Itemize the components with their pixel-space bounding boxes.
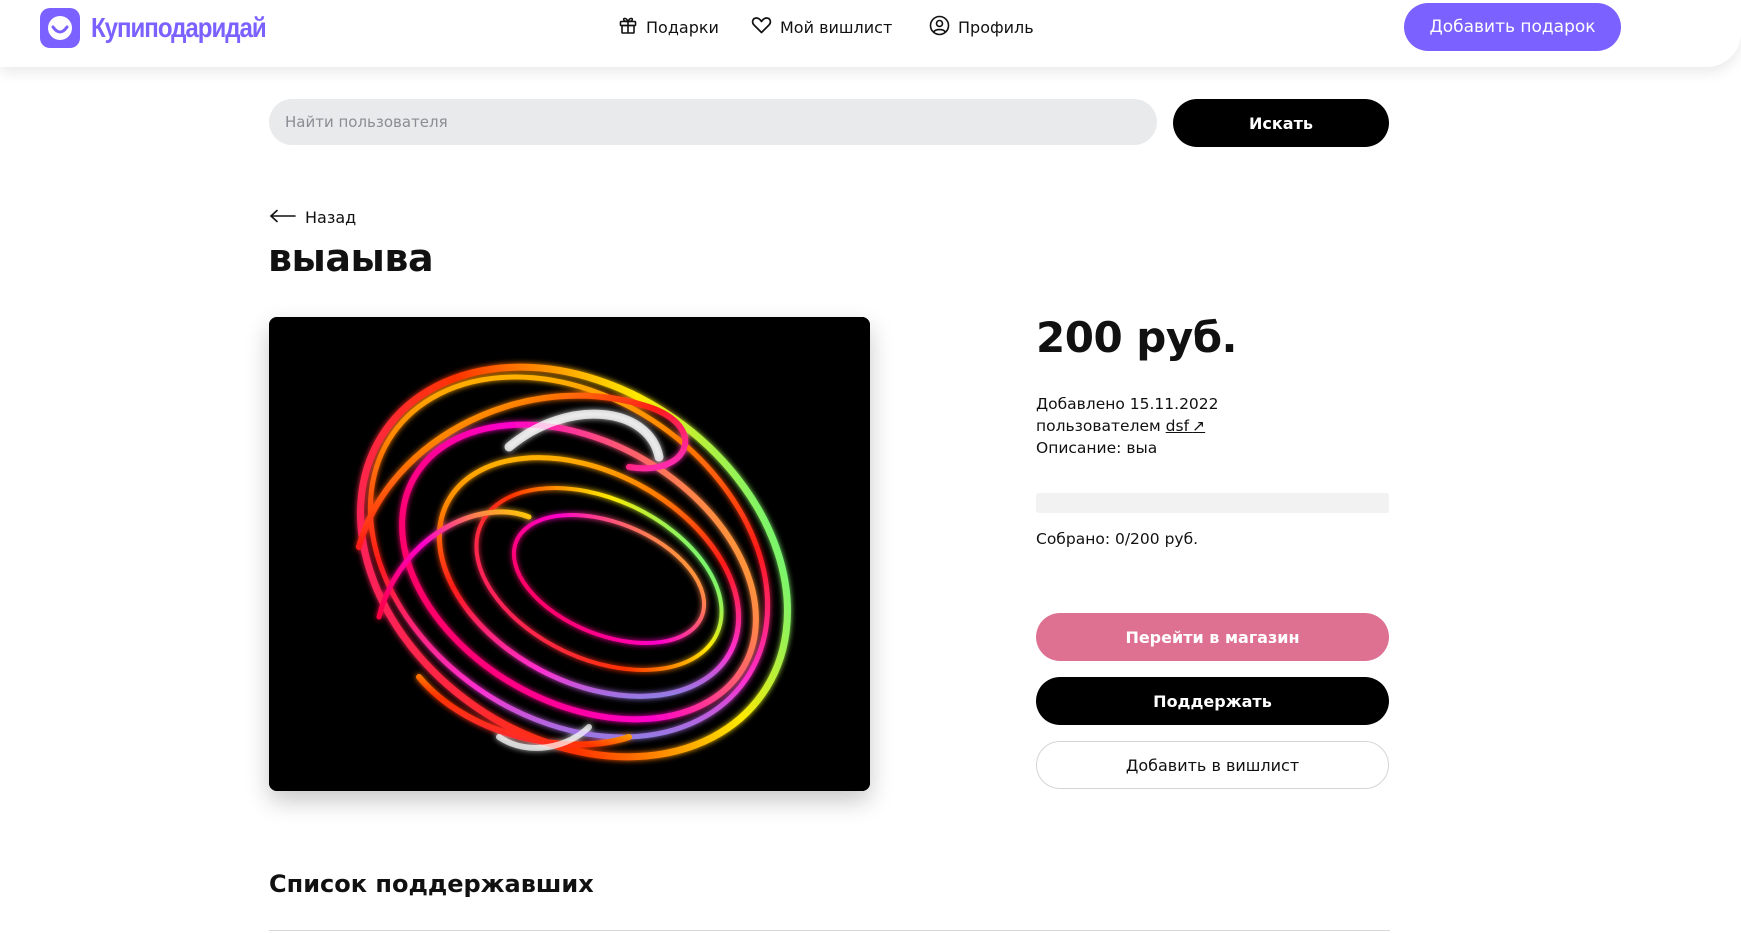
go-to-shop-button[interactable]: Перейти в магазин — [1036, 613, 1389, 661]
add-gift-button[interactable]: Добавить подарок — [1404, 3, 1621, 51]
top-header: Купиподаридай Подарки Мой вишлист Профил… — [0, 0, 1741, 67]
funding-progress-bar — [1036, 493, 1389, 513]
nav-item-profile[interactable]: Профиль — [929, 15, 1034, 40]
search-input[interactable] — [269, 99, 1157, 145]
external-link-icon: ↗ — [1192, 417, 1206, 435]
nav-item-gifts[interactable]: Подарки — [618, 16, 719, 38]
back-link[interactable]: Назад — [269, 208, 356, 227]
supporters-title: Список поддержавших — [269, 870, 594, 898]
nav-item-wishlist[interactable]: Мой вишлист — [751, 16, 892, 38]
collected-amount: Собрано: 0/200 руб. — [1036, 530, 1199, 548]
support-button[interactable]: Поддержать — [1036, 677, 1389, 725]
heart-icon — [751, 15, 780, 39]
added-by: пользователем dsf ↗ — [1036, 415, 1219, 437]
arrow-left-icon — [269, 208, 305, 227]
logo-smile-icon — [40, 8, 80, 48]
add-to-wishlist-button[interactable]: Добавить в вишлист — [1036, 741, 1389, 789]
author-link[interactable]: dsf ↗ — [1166, 417, 1205, 435]
gift-image — [269, 317, 870, 791]
page-title: выаыва — [268, 236, 434, 280]
nav-item-wishlist-label: Мой вишлист — [780, 17, 893, 37]
logo[interactable]: Купиподаридай — [40, 8, 294, 48]
search-button[interactable]: Искать — [1173, 99, 1389, 147]
added-by-label: пользователем — [1036, 417, 1161, 435]
added-date: Добавлено 15.11.2022 — [1036, 395, 1219, 413]
gift-icon — [618, 15, 646, 39]
gift-price: 200 руб. — [1036, 313, 1238, 362]
nav-item-profile-label: Профиль — [958, 17, 1034, 37]
gift-description: Описание: выа — [1036, 439, 1158, 457]
back-link-label: Назад — [305, 208, 357, 227]
nav-item-gifts-label: Подарки — [646, 17, 719, 37]
gift-info: Добавлено 15.11.2022 пользователем dsf ↗… — [1036, 393, 1219, 459]
author-name: dsf — [1165, 417, 1190, 435]
logo-text: Купиподаридай — [91, 12, 267, 43]
user-circle-icon — [929, 15, 958, 40]
divider — [269, 930, 1390, 931]
